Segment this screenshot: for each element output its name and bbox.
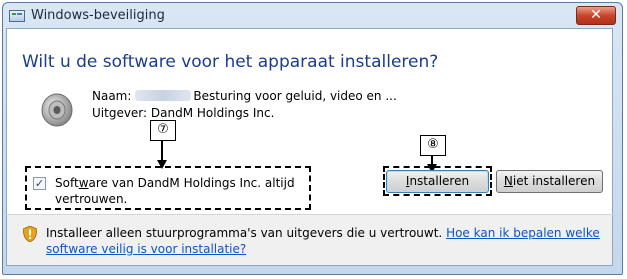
dont-install-button[interactable]: Niet installeren [496, 170, 603, 193]
footer-warning: Installeer alleen stuurprogramma's van u… [46, 225, 606, 257]
dont-install-label: iet installeren [512, 174, 596, 188]
window-icon [9, 10, 25, 22]
dont-install-mnemonic: N [503, 174, 513, 188]
checkmark-icon: ✓ [34, 177, 45, 190]
name-value: Besturing voor geluid, video en ... [193, 89, 397, 103]
name-label: Naam: [92, 89, 132, 103]
trust-checkbox-label[interactable]: Software van DandM Holdings Inc. altijd … [55, 175, 305, 207]
callout-7: ⑦ [150, 120, 176, 141]
callout-8: ⑧ [420, 135, 446, 156]
trust-checkbox[interactable]: ✓ [33, 177, 46, 190]
trust-label-mnemonic: w [78, 176, 89, 190]
publisher-label: Uitgever: [92, 106, 148, 120]
window-title: Windows-beveiliging [31, 8, 165, 23]
footer-warning-text: Installeer alleen stuurprogramma's van u… [46, 226, 443, 240]
close-button[interactable]: ✕ [576, 6, 616, 25]
speaker-icon [41, 93, 73, 127]
callout-7-arrow-line [161, 140, 163, 162]
trust-label-part1: Soft [55, 176, 79, 190]
title-bar[interactable]: Windows-beveiliging ✕ [3, 3, 622, 31]
redacted-vendor [135, 90, 192, 101]
footer-separator [6, 214, 621, 215]
publisher-value: DandM Holdings Inc. [150, 106, 275, 120]
device-name-row: Naam: Besturing voor geluid, video en ... [92, 88, 397, 105]
close-icon: ✕ [590, 7, 602, 23]
publisher-row: Uitgever: DandM Holdings Inc. [92, 105, 397, 122]
device-info: Naam: Besturing voor geluid, video en ...… [92, 88, 397, 122]
trust-label-part2: are van DandM Holdings Inc. altijd vertr… [55, 176, 295, 206]
install-label: nstalleren [409, 174, 470, 188]
dialog-heading: Wilt u de software voor het apparaat ins… [22, 52, 439, 72]
shield-warning-icon [23, 226, 37, 242]
install-button[interactable]: Installeren [386, 170, 489, 193]
